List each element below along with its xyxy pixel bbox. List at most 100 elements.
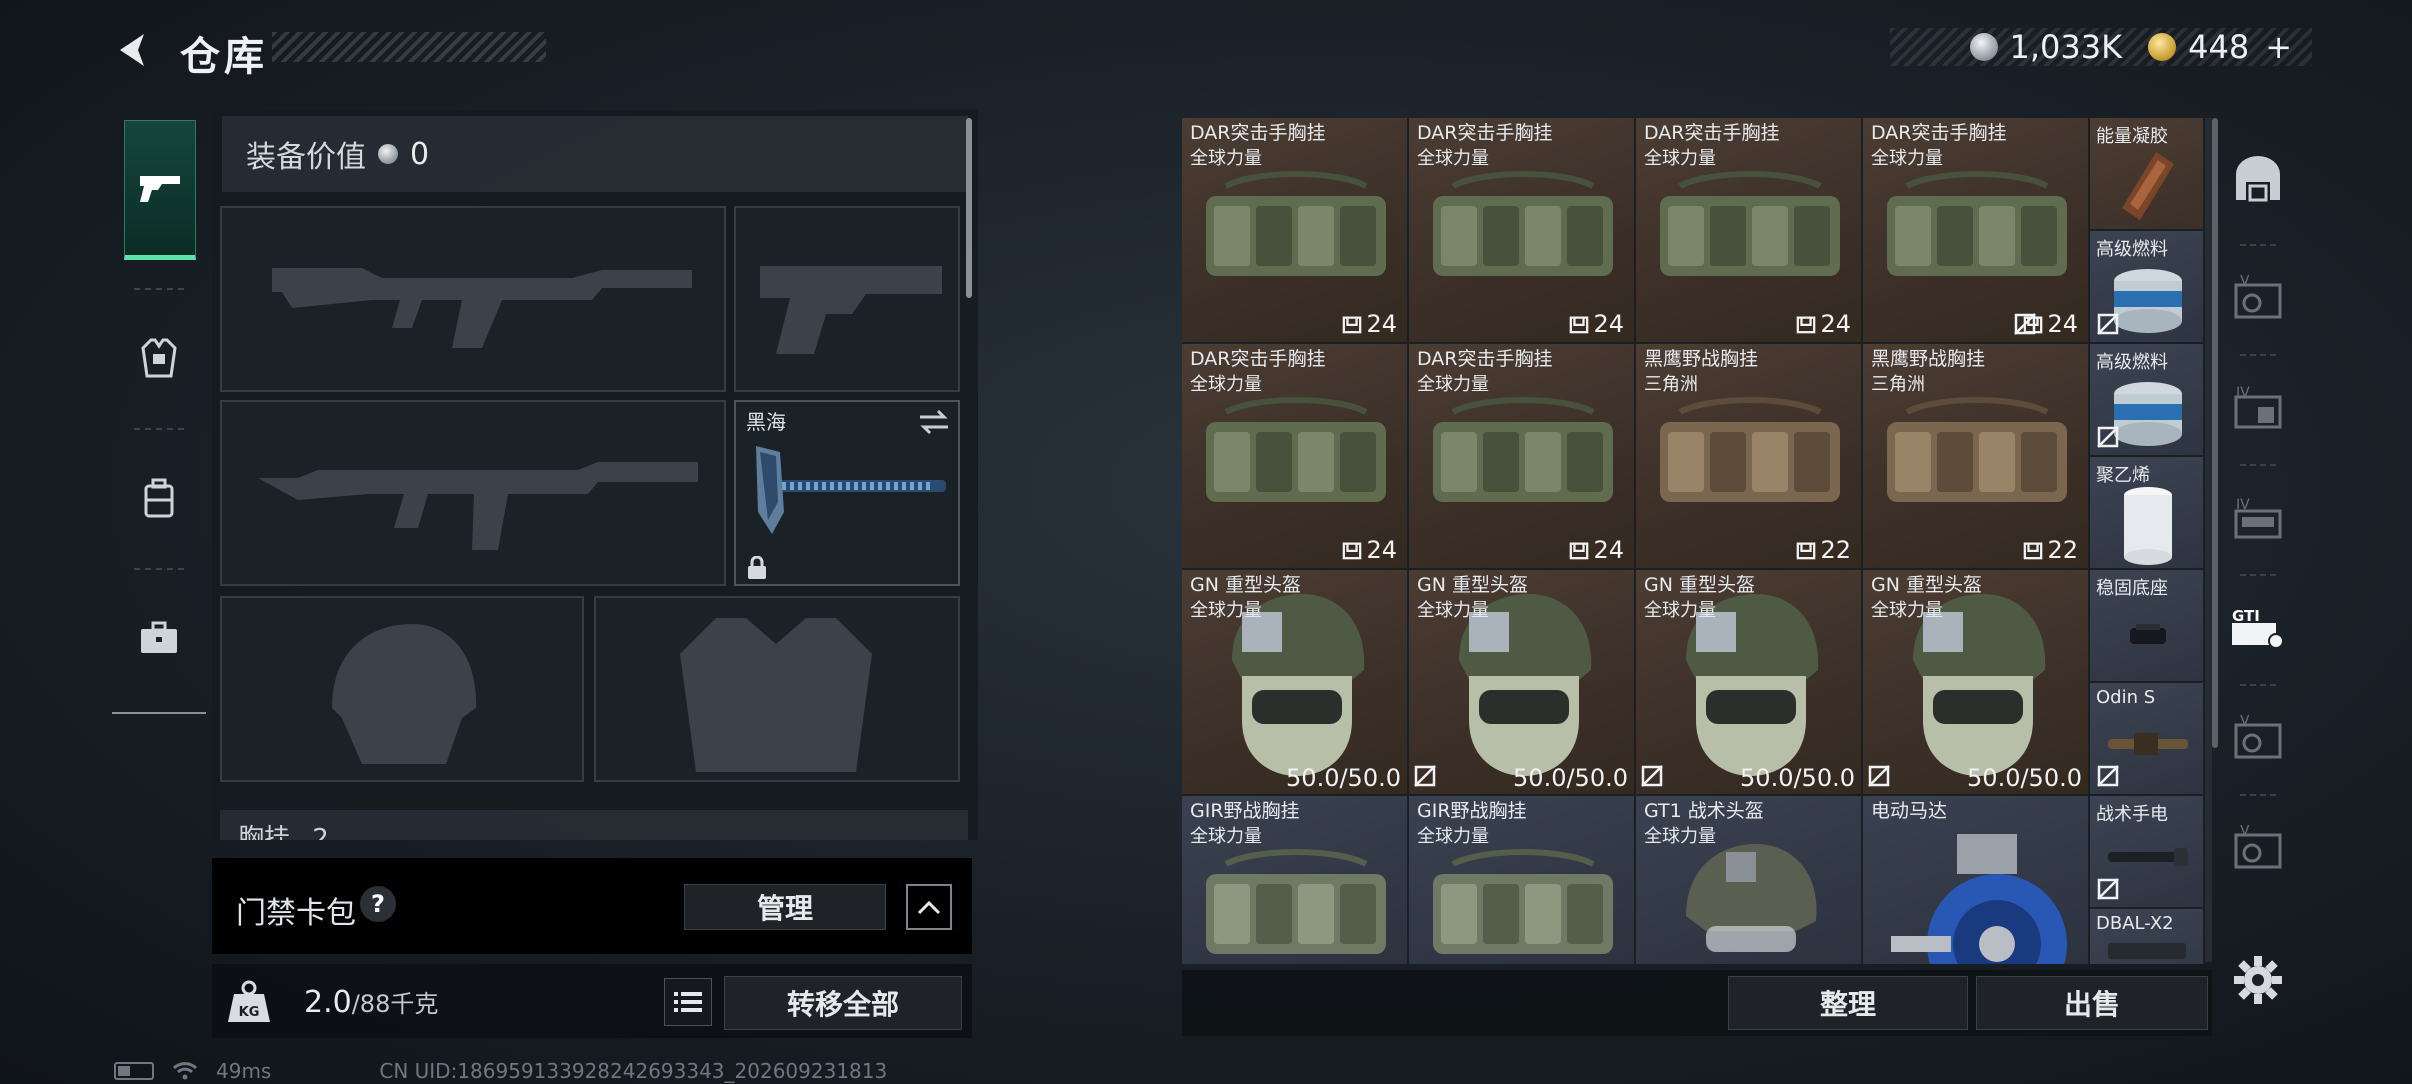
dbal-laser-icon: [2108, 943, 2186, 959]
tomahawk-icon: [756, 446, 946, 534]
item-capacity-value: 24: [1820, 310, 1851, 338]
mount-base-icon: [2130, 624, 2166, 644]
item-name: DAR突击手胸挂: [1190, 348, 1326, 370]
storage-item[interactable]: DAR突击手胸挂 全球力量 24: [1182, 118, 1409, 344]
storage-item[interactable]: DAR突击手胸挂 全球力量 24: [1863, 118, 2090, 344]
list-view-button[interactable]: [664, 978, 712, 1026]
storage-small-item[interactable]: 能量凝胶: [2090, 118, 2205, 231]
storage-item[interactable]: 电动马达: [1863, 796, 2090, 964]
storage-small-item[interactable]: 稳固底座: [2090, 570, 2205, 683]
category-divider: [134, 568, 184, 570]
pistol-slot[interactable]: [734, 206, 960, 392]
storage-small-item[interactable]: 聚乙烯: [2090, 457, 2205, 570]
gold-add-button[interactable]: +: [2265, 28, 2292, 66]
chest-rig-art: [1660, 397, 1840, 502]
item-source: 全球力量: [1190, 826, 1262, 847]
tab-storage-page-v[interactable]: V: [2222, 248, 2294, 348]
silver-coin-icon: [1969, 33, 1998, 61]
svg-text:KG: KG: [239, 1005, 260, 1020]
tab-all-storage[interactable]: [2222, 118, 2294, 238]
gold-coin-icon: [2148, 33, 2177, 61]
chest-rig-art: [1206, 849, 1386, 954]
silver-coin-icon: [378, 144, 398, 164]
tactical-flashlight-icon: [2108, 848, 2188, 866]
category-backpack[interactable]: [112, 448, 206, 548]
rig-capacity-icon: [1570, 316, 1589, 334]
storage-item[interactable]: GN 重型头盔 全球力量 50.0/50.0: [1863, 570, 2090, 796]
chest-rig-row[interactable]: 胸挂 2: [220, 810, 968, 840]
item-name: 黑鹰野战胸挂: [1871, 348, 1986, 370]
electric-motor-art: [1891, 834, 2067, 964]
equipment-category-tabs: [112, 108, 206, 714]
storage-small-item[interactable]: 高级燃料: [2090, 231, 2205, 344]
helmet-slot[interactable]: [220, 596, 584, 782]
tab-storage-page-v-3[interactable]: V: [2222, 798, 2294, 898]
storage-item[interactable]: DAR突击手胸挂 全球力量 24: [1409, 118, 1636, 344]
svg-text:IV: IV: [2236, 497, 2250, 513]
armor-vest-icon: [141, 338, 177, 378]
tab-storage-page-v-2[interactable]: V: [2222, 688, 2294, 788]
melee-slot[interactable]: 黑海: [734, 400, 960, 586]
carry-weight-current: 2.0: [304, 985, 352, 1020]
storage-small-item[interactable]: 战术手电: [2090, 796, 2205, 909]
item-source: 全球力量: [1871, 148, 1943, 169]
settings-gear-icon[interactable]: [2232, 954, 2284, 1006]
warehouse-icon: [2236, 156, 2280, 202]
manage-button[interactable]: 管理: [684, 884, 886, 930]
storage-item[interactable]: 黑鹰野战胸挂 三角洲 22: [1636, 344, 1863, 570]
storage-item[interactable]: DAR突击手胸挂 全球力量 24: [1636, 118, 1863, 344]
item-name: GN 重型头盔: [1417, 574, 1528, 596]
tactical-helmet-art: [1686, 844, 1817, 952]
storage-item[interactable]: GIR野战胸挂 全球力量: [1182, 796, 1409, 964]
energy-gel-icon: [2122, 152, 2174, 220]
back-arrow-icon[interactable]: [112, 28, 156, 72]
storage-item[interactable]: GIR野战胸挂 全球力量: [1409, 796, 1636, 964]
uninsured-icon: [1640, 764, 1664, 788]
tab-storage-page-iv[interactable]: IV: [2222, 358, 2294, 458]
body-armor-slot[interactable]: [594, 596, 960, 782]
uninsured-icon: [2096, 425, 2120, 449]
storage-small-item[interactable]: 高级燃料: [2090, 344, 2205, 457]
storage-item[interactable]: GT1 战术头盔 全球力量: [1636, 796, 1863, 964]
expand-button[interactable]: [906, 884, 952, 930]
uninsured-icon: [2096, 877, 2120, 901]
carry-weight-max: /88千克: [351, 990, 439, 1018]
sort-button[interactable]: 整理: [1728, 976, 1968, 1030]
item-name: GT1 战术头盔: [1644, 800, 1764, 822]
sell-button[interactable]: 出售: [1976, 976, 2208, 1030]
help-button[interactable]: ?: [360, 886, 396, 922]
storage-scrollbar[interactable]: [2212, 118, 2218, 748]
title-decoration: [272, 32, 546, 62]
tab-storage-page-iv-2[interactable]: IV: [2222, 468, 2294, 568]
category-case[interactable]: [112, 588, 206, 688]
swap-icon[interactable]: [918, 408, 950, 436]
chest-rig-label: 胸挂: [238, 824, 291, 840]
storage-item[interactable]: GN 重型头盔 全球力量 50.0/50.0: [1636, 570, 1863, 796]
tab-divider: [2240, 464, 2276, 466]
storage-item[interactable]: DAR突击手胸挂 全球力量 24: [1182, 344, 1409, 570]
storage-small-item[interactable]: Odin S: [2090, 683, 2205, 796]
storage-item[interactable]: DAR突击手胸挂 全球力量 24: [1409, 344, 1636, 570]
item-source: 全球力量: [1644, 826, 1716, 847]
primary-weapon-slot[interactable]: [220, 206, 726, 392]
storage-item[interactable]: GN 重型头盔 全球力量 50.0/50.0: [1409, 570, 1636, 796]
item-capacity: 24: [1569, 310, 1624, 338]
category-armor[interactable]: [112, 308, 206, 408]
storage-item[interactable]: 黑鹰野战胸挂 三角洲 22: [1863, 344, 2090, 570]
item-name: DAR突击手胸挂: [1417, 348, 1553, 370]
battery-icon: [114, 1062, 154, 1080]
item-source: 全球力量: [1190, 148, 1262, 169]
category-weapons[interactable]: [124, 120, 196, 260]
storage-page-tabs: V IV IV GTI V V: [2222, 118, 2294, 948]
storage-small-item[interactable]: DBAL-X2: [2090, 909, 2205, 964]
secondary-weapon-slot[interactable]: [220, 400, 726, 586]
storage-item[interactable]: GN 重型头盔 全球力量 50.0/50.0: [1182, 570, 1409, 796]
equipment-scrollbar[interactable]: [966, 118, 972, 298]
item-capacity-value: 24: [1366, 536, 1397, 564]
tab-storage-page-gti[interactable]: GTI: [2222, 578, 2294, 678]
rig-capacity-icon: [1343, 542, 1362, 560]
list-icon: [674, 992, 702, 1012]
odin-scope-icon: [2108, 733, 2188, 755]
transfer-all-button[interactable]: 转移全部: [724, 976, 962, 1030]
status-footer: 49ms CN UID:1869591339282426933​43_20260…: [114, 1058, 887, 1084]
